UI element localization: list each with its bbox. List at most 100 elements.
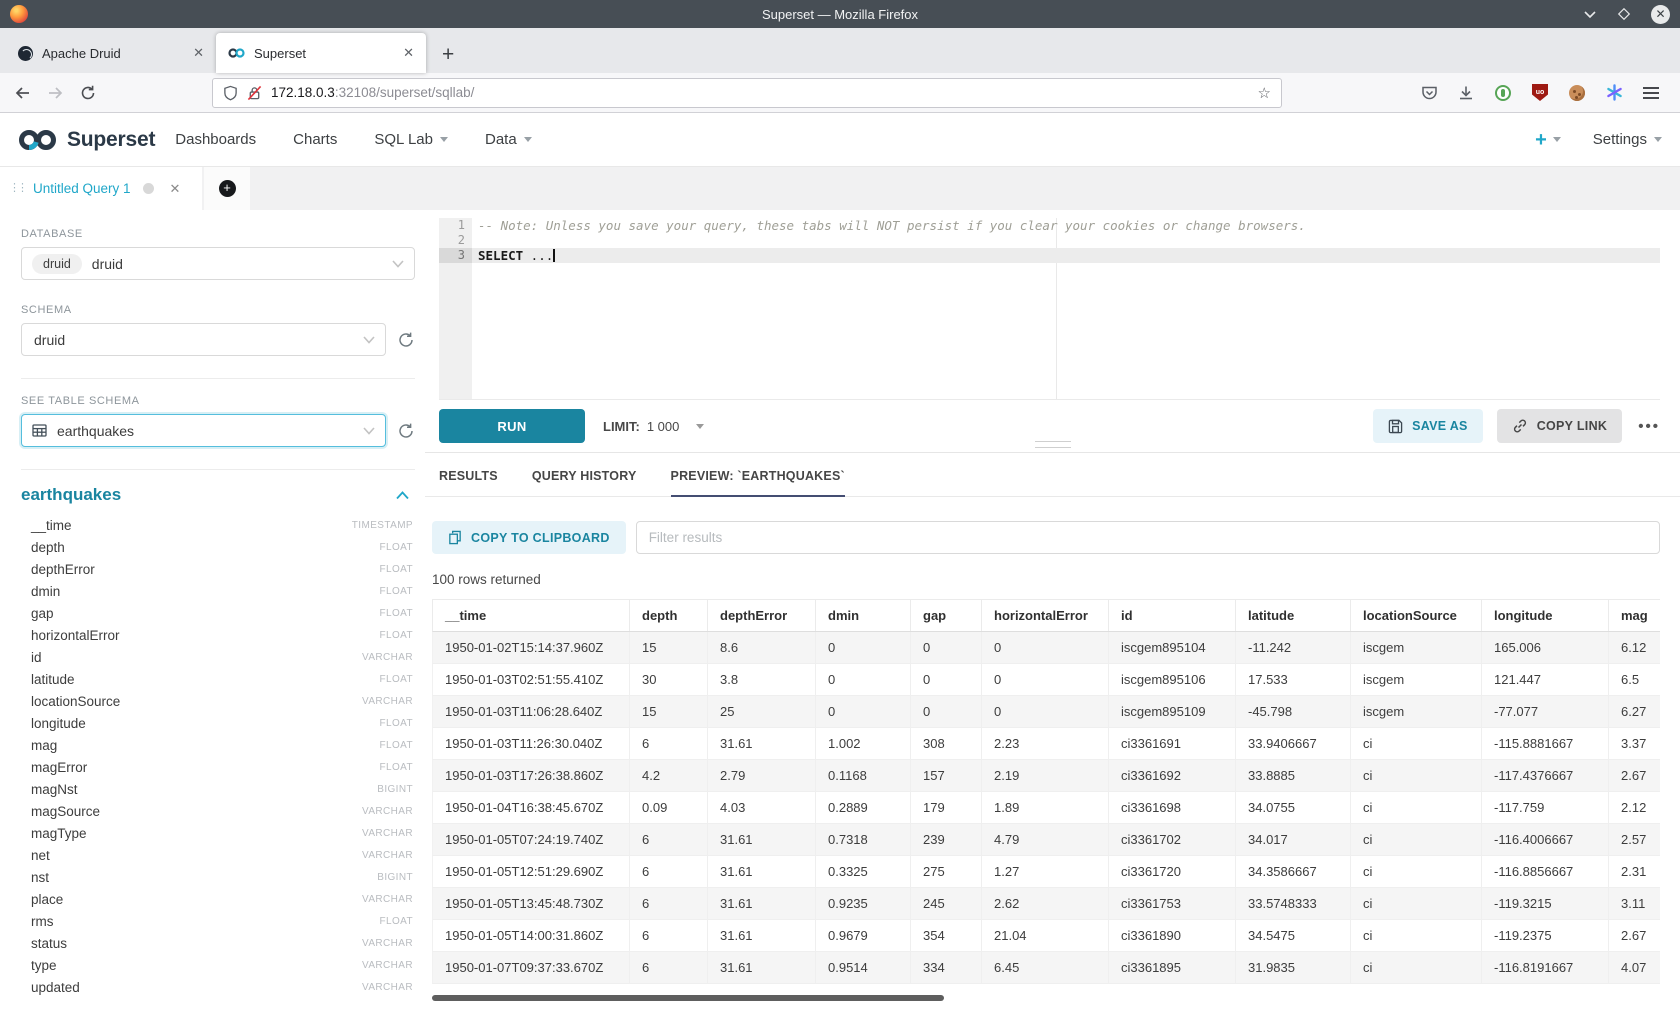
nav-item-data[interactable]: Data bbox=[485, 131, 532, 148]
download-icon[interactable] bbox=[1457, 84, 1475, 102]
column-header[interactable]: id bbox=[1109, 600, 1236, 631]
limit-dropdown[interactable]: LIMIT: 1 000 bbox=[603, 419, 704, 434]
schema-column-row[interactable]: gapFLOAT bbox=[21, 602, 415, 624]
table-cell: 31.61 bbox=[708, 856, 816, 887]
schema-column-row[interactable]: __timeTIMESTAMP bbox=[21, 514, 415, 536]
tab-query-history[interactable]: QUERY HISTORY bbox=[532, 469, 637, 496]
scrollbar-thumb[interactable] bbox=[432, 995, 944, 1001]
copy-to-clipboard-button[interactable]: COPY TO CLIPBOARD bbox=[432, 521, 626, 554]
tab-preview-earthquakes[interactable]: PREVIEW: `EARTHQUAKES` bbox=[671, 469, 845, 496]
link-icon bbox=[1512, 418, 1528, 434]
column-header[interactable]: horizontalError bbox=[982, 600, 1109, 631]
schema-column-row[interactable]: dminFLOAT bbox=[21, 580, 415, 602]
column-header[interactable]: mag bbox=[1609, 600, 1660, 631]
table-cell: 165.006 bbox=[1482, 632, 1609, 663]
horizontal-scrollbar[interactable] bbox=[432, 995, 1660, 1001]
privacy-badger-icon[interactable] bbox=[1494, 84, 1512, 102]
url-bar[interactable]: 172.18.0.3:32108/superset/sqllab/ ☆ bbox=[212, 78, 1282, 108]
browser-tab-superset[interactable]: Superset ✕ bbox=[216, 33, 426, 73]
table-cell: 3.37 bbox=[1609, 728, 1660, 759]
minimize-icon[interactable] bbox=[1583, 9, 1597, 19]
schema-column-row[interactable]: magErrorFLOAT bbox=[21, 756, 415, 778]
schema-column-row[interactable]: locationSourceVARCHAR bbox=[21, 690, 415, 712]
schema-column-row[interactable]: magTypeVARCHAR bbox=[21, 822, 415, 844]
superset-logo[interactable]: Superset bbox=[18, 127, 155, 153]
column-header[interactable]: dmin bbox=[816, 600, 911, 631]
table-schema-value: earthquakes bbox=[57, 423, 134, 439]
column-header[interactable]: depthError bbox=[708, 600, 816, 631]
schema-column-row[interactable]: netVARCHAR bbox=[21, 844, 415, 866]
query-tab-untitled-1[interactable]: ⋮⋮ Untitled Query 1 ✕ bbox=[0, 167, 202, 210]
sql-editor[interactable]: 1 -- Note: Unless you save your query, t… bbox=[439, 218, 1660, 400]
drag-handle-icon[interactable]: ⋮⋮ bbox=[9, 183, 25, 194]
cookie-icon[interactable] bbox=[1568, 84, 1586, 102]
close-icon[interactable]: ✕ bbox=[1651, 5, 1670, 24]
schema-column-row[interactable]: rmsFLOAT bbox=[21, 910, 415, 932]
schema-column-row[interactable]: statusVARCHAR bbox=[21, 932, 415, 954]
schema-column-row[interactable]: longitudeFLOAT bbox=[21, 712, 415, 734]
back-icon[interactable] bbox=[14, 85, 31, 101]
collapse-chevron-up-icon[interactable] bbox=[396, 491, 409, 500]
schema-column-row[interactable]: updatedVARCHAR bbox=[21, 976, 415, 998]
schema-column-row[interactable]: latitudeFLOAT bbox=[21, 668, 415, 690]
column-header[interactable]: locationSource bbox=[1351, 600, 1482, 631]
schema-column-row[interactable]: depthFLOAT bbox=[21, 536, 415, 558]
schema-column-row[interactable]: magFLOAT bbox=[21, 734, 415, 756]
table-cell: ci3361698 bbox=[1109, 792, 1236, 823]
reload-icon[interactable] bbox=[80, 85, 96, 101]
column-header[interactable]: __time bbox=[433, 600, 630, 631]
pane-splitter[interactable] bbox=[425, 452, 1680, 453]
bookmark-star-icon[interactable]: ☆ bbox=[1258, 84, 1271, 102]
query-tab-close-icon[interactable]: ✕ bbox=[170, 181, 181, 197]
table-cell: -116.8191667 bbox=[1482, 952, 1609, 983]
tab-results[interactable]: RESULTS bbox=[439, 469, 498, 496]
menu-icon[interactable] bbox=[1642, 84, 1660, 102]
table-cell: 15 bbox=[630, 632, 708, 663]
nav-item-charts[interactable]: Charts bbox=[293, 131, 337, 148]
column-header[interactable]: longitude bbox=[1482, 600, 1609, 631]
ublock-origin-icon[interactable]: uo bbox=[1531, 84, 1549, 102]
nav-item-sql-lab[interactable]: SQL Lab bbox=[374, 131, 448, 148]
splitter-handle-icon[interactable] bbox=[1035, 441, 1071, 448]
schema-column-row[interactable]: placeVARCHAR bbox=[21, 888, 415, 910]
save-as-button[interactable]: SAVE AS bbox=[1373, 409, 1483, 443]
refresh-schemas-icon[interactable] bbox=[397, 331, 415, 349]
refresh-tables-icon[interactable] bbox=[397, 422, 415, 440]
database-select[interactable]: druid druid bbox=[21, 247, 415, 280]
schema-column-row[interactable]: magNstBIGINT bbox=[21, 778, 415, 800]
column-type: BIGINT bbox=[377, 784, 413, 795]
tab-close-icon[interactable]: ✕ bbox=[403, 45, 414, 61]
table-cell: 6 bbox=[630, 824, 708, 855]
shield-icon[interactable] bbox=[223, 85, 238, 101]
copy-link-button[interactable]: COPY LINK bbox=[1497, 409, 1623, 443]
nav-item-dashboards[interactable]: Dashboards bbox=[175, 131, 256, 148]
browser-tab-apache-druid[interactable]: Apache Druid ✕ bbox=[6, 33, 216, 73]
tab-close-icon[interactable]: ✕ bbox=[193, 45, 204, 61]
filter-results-input[interactable] bbox=[636, 521, 1660, 554]
add-query-tab-button[interactable]: + bbox=[204, 167, 250, 210]
column-header[interactable]: gap bbox=[911, 600, 982, 631]
new-tab-icon[interactable]: + bbox=[442, 44, 454, 65]
pocket-icon[interactable] bbox=[1420, 84, 1438, 102]
column-header[interactable]: depth bbox=[630, 600, 708, 631]
column-header[interactable]: latitude bbox=[1236, 600, 1351, 631]
settings-menu[interactable]: Settings bbox=[1593, 131, 1662, 148]
column-type: FLOAT bbox=[380, 762, 413, 773]
schema-column-row[interactable]: magSourceVARCHAR bbox=[21, 800, 415, 822]
run-button[interactable]: RUN bbox=[439, 409, 585, 443]
table-schema-select[interactable]: earthquakes bbox=[21, 414, 386, 447]
column-name: status bbox=[31, 936, 67, 951]
schema-select[interactable]: druid bbox=[21, 323, 386, 356]
schema-column-row[interactable]: typeVARCHAR bbox=[21, 954, 415, 976]
table-name-heading[interactable]: earthquakes bbox=[21, 485, 121, 505]
schema-column-row[interactable]: horizontalErrorFLOAT bbox=[21, 624, 415, 646]
schema-column-row[interactable]: nstBIGINT bbox=[21, 866, 415, 888]
schema-column-row[interactable]: depthErrorFLOAT bbox=[21, 558, 415, 580]
schema-column-row[interactable]: idVARCHAR bbox=[21, 646, 415, 668]
forward-icon[interactable] bbox=[47, 85, 64, 101]
new-item-button[interactable]: + bbox=[1535, 130, 1561, 150]
maximize-icon[interactable] bbox=[1617, 7, 1631, 21]
extension-asterisk-icon[interactable] bbox=[1605, 84, 1623, 102]
insecure-lock-icon[interactable] bbox=[247, 85, 262, 101]
more-actions-icon[interactable]: ••• bbox=[1638, 418, 1660, 435]
